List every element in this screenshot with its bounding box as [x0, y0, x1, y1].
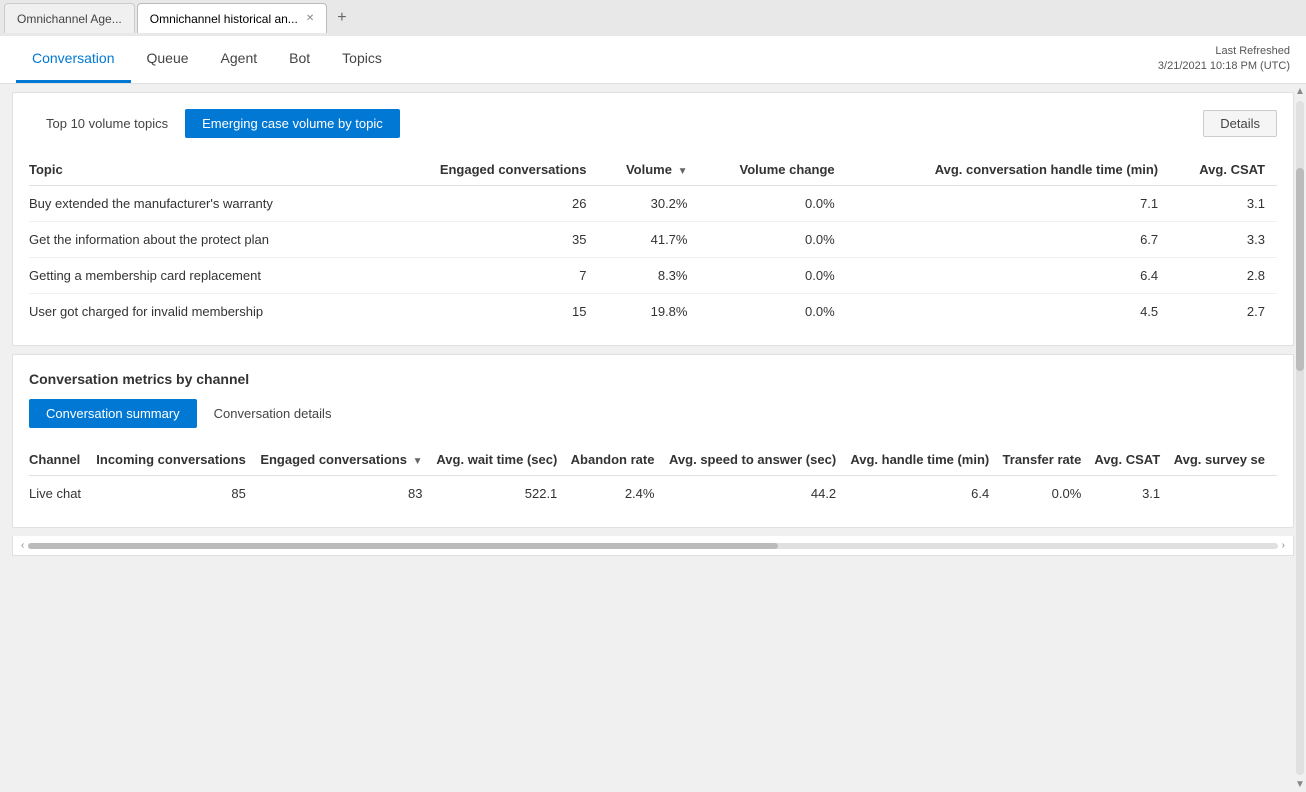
- topic-volume: 8.3%: [598, 258, 699, 294]
- topic-volume: 19.8%: [598, 294, 699, 330]
- vscroll-track[interactable]: [1296, 101, 1304, 775]
- vertical-scrollbar[interactable]: ▲ ▼: [1294, 84, 1306, 792]
- metrics-avg-survey: [1172, 476, 1277, 512]
- tab-emerging[interactable]: Emerging case volume by topic: [185, 109, 400, 138]
- last-refreshed: Last Refreshed 3/21/2021 10:18 PM (UTC): [1158, 44, 1290, 75]
- topic-avg-csat: 2.8: [1170, 258, 1277, 294]
- metrics-table-header: Channel Incoming conversations Engaged c…: [29, 444, 1277, 476]
- sub-tabs: Conversation summary Conversation detail…: [29, 399, 1277, 428]
- col-avg-handle: Avg. conversation handle time (min): [847, 154, 1170, 186]
- metrics-avg-csat: 3.1: [1093, 476, 1172, 512]
- topic-engaged: 15: [381, 294, 599, 330]
- topic-avg-csat: 3.3: [1170, 222, 1277, 258]
- mcol-avg-speed: Avg. speed to answer (sec): [666, 444, 848, 476]
- topic-name: User got charged for invalid membership: [29, 294, 381, 330]
- col-volume-change: Volume change: [699, 154, 846, 186]
- browser-tab-1-label: Omnichannel Age...: [17, 12, 122, 26]
- new-tab-button[interactable]: +: [329, 5, 354, 31]
- mcol-transfer: Transfer rate: [1001, 444, 1093, 476]
- main-content: Top 10 volume topics Emerging case volum…: [0, 84, 1306, 792]
- topic-volume-change: 0.0%: [699, 222, 846, 258]
- nav-tab-agent[interactable]: Agent: [205, 36, 274, 83]
- metrics-engaged: 83: [258, 476, 435, 512]
- nav-tab-bot[interactable]: Bot: [273, 36, 326, 83]
- scroll-thumb: [28, 543, 778, 549]
- mcol-avg-survey: Avg. survey se: [1172, 444, 1277, 476]
- topics-row: Buy extended the manufacturer's warranty…: [29, 186, 1277, 222]
- close-icon[interactable]: ✕: [306, 13, 314, 24]
- metrics-avg-speed: 44.2: [666, 476, 848, 512]
- mcol-abandon: Abandon rate: [569, 444, 666, 476]
- metrics-card: Conversation metrics by channel Conversa…: [12, 354, 1294, 528]
- col-avg-csat: Avg. CSAT: [1170, 154, 1277, 186]
- topics-row: Get the information about the protect pl…: [29, 222, 1277, 258]
- mcol-avg-handle: Avg. handle time (min): [848, 444, 1001, 476]
- topic-avg-handle: 6.4: [847, 258, 1170, 294]
- topic-volume: 41.7%: [598, 222, 699, 258]
- col-volume[interactable]: Volume ▼: [598, 154, 699, 186]
- metrics-incoming: 85: [94, 476, 258, 512]
- metrics-transfer: 0.0%: [1001, 476, 1093, 512]
- nav-tab-queue[interactable]: Queue: [131, 36, 205, 83]
- mcol-avg-csat: Avg. CSAT: [1093, 444, 1172, 476]
- topics-table-header: Topic Engaged conversations Volume ▼ Vol…: [29, 154, 1277, 186]
- topic-engaged: 7: [381, 258, 599, 294]
- scroll-up-icon[interactable]: ▲: [1293, 84, 1306, 99]
- mcol-avg-wait: Avg. wait time (sec): [435, 444, 570, 476]
- topic-volume: 30.2%: [598, 186, 699, 222]
- col-topic: Topic: [29, 154, 381, 186]
- mcol-incoming: Incoming conversations: [94, 444, 258, 476]
- subtab-details[interactable]: Conversation details: [197, 399, 349, 428]
- nav-tab-conversation[interactable]: Conversation: [16, 36, 131, 83]
- sort-arrow-icon: ▼: [678, 166, 688, 177]
- metrics-sort-arrow-icon: ▼: [413, 456, 423, 467]
- metrics-row: Live chat 85 83 522.1 2.4% 44.2 6.4 0.0%…: [29, 476, 1277, 512]
- metrics-avg-handle: 6.4: [848, 476, 1001, 512]
- topic-avg-handle: 7.1: [847, 186, 1170, 222]
- topic-volume-change: 0.0%: [699, 258, 846, 294]
- tab-top10[interactable]: Top 10 volume topics: [29, 109, 185, 138]
- topic-name: Buy extended the manufacturer's warranty: [29, 186, 381, 222]
- nav-tab-topics[interactable]: Topics: [326, 36, 398, 83]
- metrics-section-title: Conversation metrics by channel: [29, 371, 1277, 387]
- subtab-summary[interactable]: Conversation summary: [29, 399, 197, 428]
- last-refreshed-value: 3/21/2021 10:18 PM (UTC): [1158, 59, 1290, 74]
- topic-engaged: 35: [381, 222, 599, 258]
- metrics-channel: Live chat: [29, 476, 94, 512]
- topic-avg-handle: 4.5: [847, 294, 1170, 330]
- topics-table: Topic Engaged conversations Volume ▼ Vol…: [29, 154, 1277, 329]
- topic-name: Getting a membership card replacement: [29, 258, 381, 294]
- topic-volume-change: 0.0%: [699, 186, 846, 222]
- topics-row: User got charged for invalid membership …: [29, 294, 1277, 330]
- mcol-engaged[interactable]: Engaged conversations ▼: [258, 444, 435, 476]
- last-refreshed-label: Last Refreshed: [1158, 44, 1290, 59]
- topic-avg-csat: 3.1: [1170, 186, 1277, 222]
- topic-volume-change: 0.0%: [699, 294, 846, 330]
- topics-tabs: Top 10 volume topics Emerging case volum…: [29, 109, 1277, 138]
- details-button[interactable]: Details: [1203, 110, 1277, 137]
- topics-card: Top 10 volume topics Emerging case volum…: [12, 92, 1294, 346]
- metrics-avg-wait: 522.1: [435, 476, 570, 512]
- topic-avg-csat: 2.7: [1170, 294, 1277, 330]
- mcol-channel: Channel: [29, 444, 94, 476]
- metrics-table: Channel Incoming conversations Engaged c…: [29, 444, 1277, 511]
- browser-tab-1[interactable]: Omnichannel Age...: [4, 3, 135, 33]
- browser-tab-2[interactable]: Omnichannel historical an... ✕: [137, 3, 327, 33]
- scroll-track[interactable]: [28, 543, 1277, 549]
- scroll-right-icon[interactable]: ›: [1282, 540, 1285, 551]
- col-engaged: Engaged conversations: [381, 154, 599, 186]
- metrics-abandon: 2.4%: [569, 476, 666, 512]
- topic-name: Get the information about the protect pl…: [29, 222, 381, 258]
- horizontal-scrollbar[interactable]: ‹ ›: [12, 536, 1294, 556]
- topics-row: Getting a membership card replacement 7 …: [29, 258, 1277, 294]
- nav-tabs: Conversation Queue Agent Bot Topics: [16, 36, 398, 83]
- topic-engaged: 26: [381, 186, 599, 222]
- browser-tab-2-label: Omnichannel historical an...: [150, 12, 298, 26]
- nav-bar: Conversation Queue Agent Bot Topics Last…: [0, 36, 1306, 84]
- vscroll-thumb: [1296, 168, 1304, 370]
- browser-tabs: Omnichannel Age... Omnichannel historica…: [0, 0, 1306, 36]
- scroll-down-icon[interactable]: ▼: [1293, 777, 1306, 792]
- topic-avg-handle: 6.7: [847, 222, 1170, 258]
- scroll-left-icon[interactable]: ‹: [21, 540, 24, 551]
